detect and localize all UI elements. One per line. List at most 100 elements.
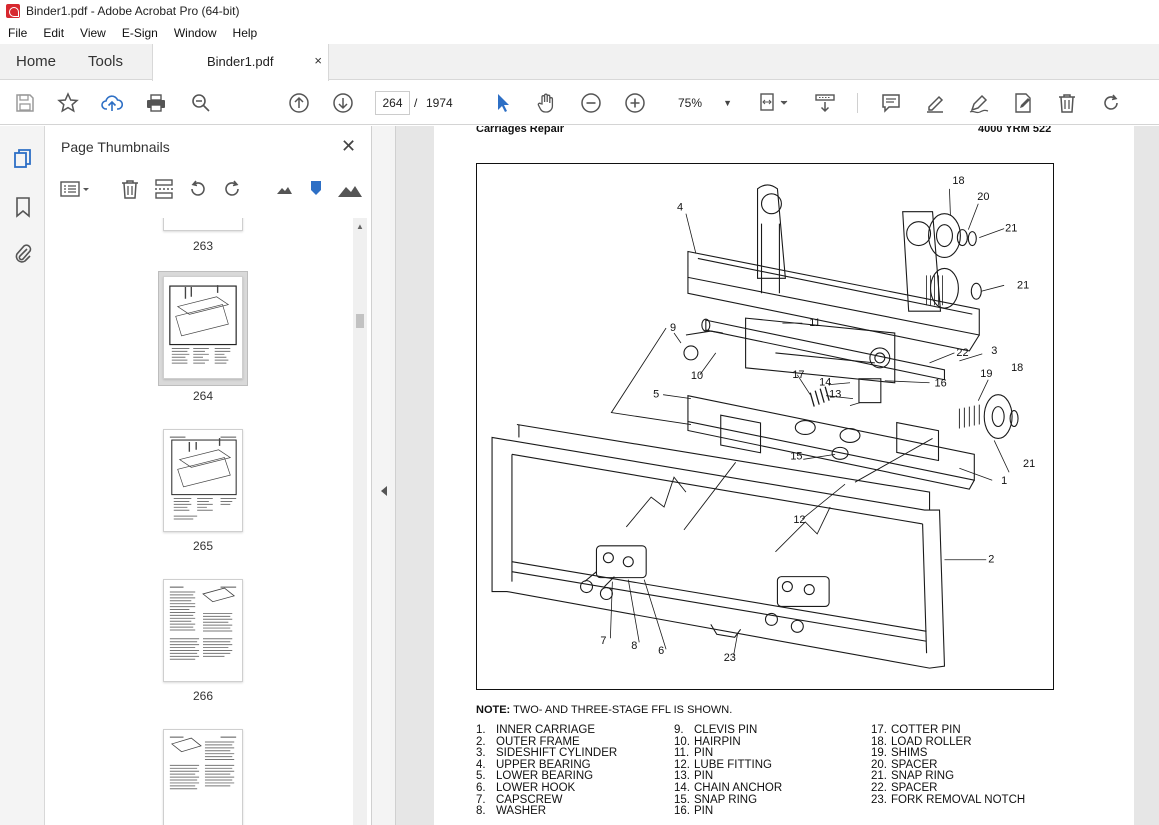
thumbnails-scrollbar[interactable]: ▲ — [353, 218, 367, 825]
highlight-pen-icon[interactable] — [923, 91, 947, 115]
previous-page-icon[interactable] — [287, 91, 311, 115]
tab-document[interactable]: Binder1.pdf × — [152, 44, 329, 81]
thumbnail-page[interactable] — [163, 729, 243, 825]
rotate-left-icon[interactable] — [187, 178, 209, 200]
menu-edit[interactable]: Edit — [35, 26, 72, 40]
rotate-right-icon[interactable] — [221, 178, 243, 200]
menu-window[interactable]: Window — [166, 26, 225, 40]
callout-9: 9 — [670, 322, 676, 334]
document-view[interactable]: Carriages Repair 4000 YRM 522 18 20 4 21… — [396, 126, 1159, 825]
menu-help[interactable]: Help — [225, 26, 266, 40]
trash-icon[interactable] — [1055, 91, 1079, 115]
thumbnail-page[interactable] — [163, 218, 243, 231]
thumbnail-page[interactable] — [163, 579, 243, 682]
figure-note: NOTE: TWO- AND THREE-STAGE FFL IS SHOWN. — [476, 704, 732, 716]
comment-icon[interactable] — [879, 91, 903, 115]
extract-page-icon[interactable] — [153, 178, 175, 200]
thumbnails-panel: Page Thumbnails ✕ 263 264 265 266 ▲ — [45, 126, 372, 825]
callout-23: 23 — [724, 652, 736, 664]
edit-pdf-icon[interactable] — [1011, 91, 1035, 115]
scrollbar-thumb[interactable] — [356, 314, 364, 328]
page-fit-icon[interactable] — [757, 91, 793, 115]
carriage-exploded-diagram: 18 20 4 21 21 9 11 22 3 10 17 14 16 19 1… — [491, 175, 1035, 669]
callout-10: 10 — [691, 370, 703, 382]
toolbar-divider — [857, 93, 858, 113]
callout-1: 1 — [1001, 475, 1007, 487]
legend-column-1: 1. INNER CARRIAGE 2. OUTER FRAME 3. SIDESHI… — [476, 724, 617, 818]
thumbnail-label: 265 — [192, 539, 214, 553]
thumbnail-options-icon[interactable] — [59, 178, 93, 200]
scroll-mode-icon[interactable] — [813, 91, 837, 115]
callout-3: 3 — [991, 345, 997, 357]
callout-6: 6 — [658, 645, 664, 657]
hand-tool-icon[interactable] — [535, 91, 559, 115]
window-title: Binder1.pdf - Adobe Acrobat Pro (64-bit) — [26, 4, 240, 18]
toolbar: 264 / 1974 75% ▼ — [0, 81, 1159, 125]
callout-7: 7 — [600, 635, 606, 647]
pdf-page: Carriages Repair 4000 YRM 522 18 20 4 21… — [434, 126, 1134, 825]
zoom-in-icon[interactable] — [623, 91, 647, 115]
next-page-icon[interactable] — [331, 91, 355, 115]
menu-bar: File Edit View E-Sign Window Help — [0, 22, 1159, 44]
legend-item: 16. PIN — [674, 805, 714, 818]
thumbnail-size-large-icon[interactable] — [337, 178, 363, 200]
attachments-paperclip-icon[interactable] — [12, 242, 34, 264]
page-number-input[interactable]: 264 — [375, 91, 410, 115]
tab-tools[interactable]: Tools — [88, 44, 123, 80]
bookmarks-icon[interactable] — [12, 196, 34, 218]
print-icon[interactable] — [144, 91, 168, 115]
callout-20: 20 — [977, 191, 989, 203]
close-panel-icon[interactable]: ✕ — [341, 136, 356, 157]
tabs-row: Home Tools Binder1.pdf × — [0, 44, 1159, 81]
thumbnail-page[interactable] — [163, 429, 243, 532]
bookmark-star-icon[interactable] — [56, 91, 80, 115]
panel-collapse-handle[interactable] — [372, 126, 396, 825]
thumbnail-size-small-icon[interactable] — [273, 178, 295, 200]
note-label: NOTE: — [476, 704, 511, 716]
callout-16: 16 — [935, 378, 947, 390]
legend-item: 12. LUBE FITTING — [674, 758, 772, 771]
callout-12: 12 — [793, 514, 805, 526]
page-separator: / — [414, 96, 418, 110]
callout-8: 8 — [631, 640, 637, 652]
chevron-down-icon: ▼ — [723, 98, 732, 108]
menu-file[interactable]: File — [0, 26, 35, 40]
delete-page-icon[interactable] — [119, 178, 141, 200]
zoom-level-value: 75% — [678, 96, 703, 110]
legend-item: 8. WASHER — [476, 805, 547, 818]
callout-5: 5 — [653, 389, 659, 401]
thumbnail-page-selected[interactable] — [163, 276, 243, 379]
legend-item: 15. SNAP RING — [674, 793, 758, 806]
callout-21a: 21 — [1005, 223, 1017, 235]
thumbnail-toolbar — [55, 176, 365, 204]
thumbnails-list: 263 264 265 266 — [55, 218, 355, 825]
save-icon[interactable] — [13, 91, 37, 115]
legend-item: 23. FORK REMOVAL NOTCH — [871, 793, 1026, 806]
zoom-level-select[interactable]: 75% ▼ — [668, 91, 738, 115]
draw-pen-icon[interactable] — [967, 91, 991, 115]
page-header-right: 4000 YRM 522 — [978, 126, 1052, 135]
callout-13: 13 — [829, 389, 841, 401]
menu-esign[interactable]: E-Sign — [114, 26, 166, 40]
callout-14: 14 — [819, 377, 831, 389]
page-header-left: Carriages Repair — [476, 126, 565, 135]
callout-21b: 21 — [1017, 279, 1029, 291]
page-total: 1974 — [426, 96, 453, 110]
page-thumbnails-icon[interactable] — [12, 148, 34, 170]
navigation-rail — [0, 126, 45, 825]
tab-document-label: Binder1.pdf — [207, 54, 274, 69]
redo-rotate-icon[interactable] — [1099, 91, 1123, 115]
acrobat-logo-icon — [6, 4, 20, 18]
close-tab-icon[interactable]: × — [314, 53, 322, 68]
collapse-arrow-icon — [381, 486, 387, 496]
legend-item: 10. HAIRPIN — [674, 735, 741, 748]
tab-home[interactable]: Home — [16, 44, 56, 80]
callout-19: 19 — [980, 368, 992, 380]
upload-cloud-icon[interactable] — [100, 91, 124, 115]
scroll-up-icon[interactable]: ▲ — [356, 222, 364, 231]
menu-view[interactable]: View — [72, 26, 114, 40]
thumbnail-size-slider-icon[interactable] — [305, 178, 327, 200]
zoom-out-icon[interactable] — [579, 91, 603, 115]
zoom-search-icon[interactable] — [189, 91, 213, 115]
select-cursor-icon[interactable] — [491, 91, 515, 115]
